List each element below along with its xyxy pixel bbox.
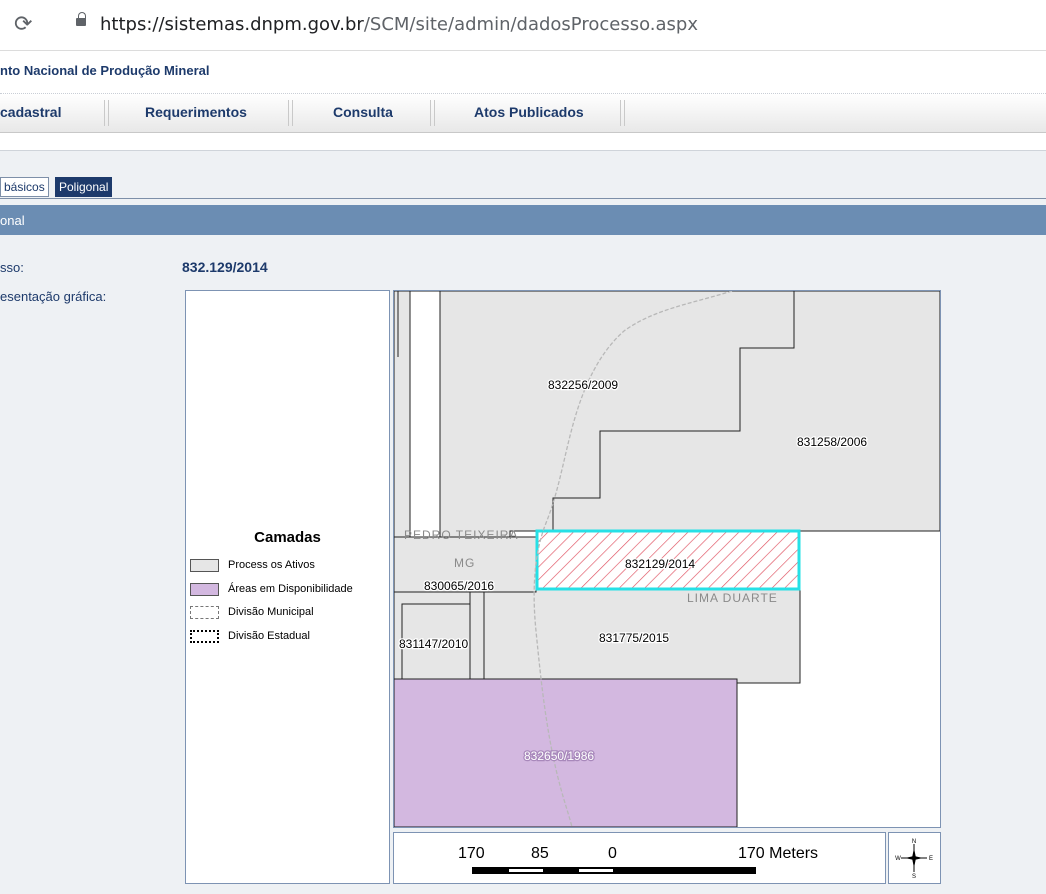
legend-swatch-areas-disponibilidade: [190, 583, 219, 596]
parcel-label-831147-2010: 831147/2010: [399, 637, 469, 651]
section-title: onal: [0, 213, 25, 228]
legend-swatch-processos-ativos: [190, 559, 219, 572]
compass-letter-e: E: [929, 856, 933, 862]
parcel-label-830065-2016: 830065/2016: [424, 579, 494, 593]
processo-label: sso:: [0, 260, 24, 275]
browser-address-bar: ⟳ https://sistemas.dnpm.gov.br/SCM/site/…: [0, 0, 1046, 51]
compass-letter-s: S: [912, 874, 916, 880]
url-path: /SCM/site/admin/dadosProcesso.aspx: [363, 14, 698, 35]
scale-label-170-left: 170: [458, 845, 485, 862]
parcel-label-832650-1986: 832650/1986: [524, 749, 594, 763]
representacao-label: esentação gráfica:: [0, 289, 107, 304]
site-header: nto Nacional de Produção Mineral: [0, 51, 1046, 94]
menu-item-cadastral[interactable]: cadastral: [0, 104, 61, 120]
url-host: https://sistemas.dnpm.gov.br: [100, 14, 364, 35]
legend-label: Divisão Municipal: [228, 606, 314, 618]
place-label-mg: MG: [454, 556, 475, 570]
scale-segment: [509, 869, 543, 872]
menu-separator: [104, 100, 109, 126]
parcel-label-831258-2006: 831258/2006: [797, 435, 867, 449]
scale-label-0: 0: [608, 845, 617, 862]
compass-letter-n: N: [912, 839, 916, 845]
parcel-label-831775-2015: 831775/2015: [599, 631, 669, 645]
menu-separator: [430, 100, 435, 126]
map-view[interactable]: PEDRO TEIXEIRA MG LIMA DUARTE 832256/200…: [393, 290, 941, 828]
legend-panel: Camadas Process os Ativos Áreas em Dispo…: [185, 290, 390, 884]
legend-label: Divisão Estadual: [228, 630, 310, 642]
parcel-left-strip[interactable]: [394, 291, 411, 538]
legend-label: Process os Ativos: [228, 559, 315, 571]
parcel-label-832256-2009: 832256/2009: [548, 378, 618, 392]
legend-label: Áreas em Disponibilidade: [228, 583, 353, 595]
tab-dados-basicos[interactable]: básicos: [0, 177, 49, 197]
legend-title: Camadas: [254, 529, 321, 546]
url-field[interactable]: https://sistemas.dnpm.gov.br/SCM/site/ad…: [100, 14, 698, 35]
menu-underline: [0, 133, 1046, 151]
legend-swatch-divisao-estadual: [190, 630, 219, 643]
legend-swatch-divisao-municipal: [190, 606, 219, 619]
menu-item-atos-publicados[interactable]: Atos Publicados: [474, 104, 584, 120]
menu-item-requerimentos[interactable]: Requerimentos: [145, 104, 247, 120]
compass-icon: N W E S: [895, 839, 933, 880]
menu-separator: [620, 100, 625, 126]
parcel-label-832129-2014: 832129/2014: [625, 557, 695, 571]
place-label-lima-duarte: LIMA DUARTE: [687, 591, 778, 605]
scale-segment: [579, 869, 613, 872]
processo-value: 832.129/2014: [182, 259, 268, 275]
menu-item-consulta[interactable]: Consulta: [333, 104, 393, 120]
main-menu: cadastral Requerimentos Consulta Atos Pu…: [0, 94, 1046, 133]
reload-icon[interactable]: ⟳: [14, 12, 32, 37]
lock-icon[interactable]: [76, 12, 86, 26]
scale-bar-panel: 170 85 0 170 Meters: [393, 832, 886, 884]
site-title: nto Nacional de Produção Mineral: [0, 63, 210, 78]
menu-separator: [288, 100, 293, 126]
map-canvas[interactable]: PEDRO TEIXEIRA MG LIMA DUARTE 832256/200…: [394, 291, 940, 827]
tab-underline: [0, 198, 1046, 199]
scale-label-170-meters: 170 Meters: [738, 845, 819, 862]
compass-letter-w: W: [895, 856, 901, 862]
scale-label-85: 85: [531, 845, 549, 862]
tab-poligonal[interactable]: Poligonal: [55, 177, 113, 197]
section-header: onal: [0, 205, 1046, 235]
place-label-pedro-teixeira: PEDRO TEIXEIRA: [404, 528, 518, 542]
compass-panel: N W E S: [888, 832, 941, 884]
scale-bar: [472, 867, 756, 874]
